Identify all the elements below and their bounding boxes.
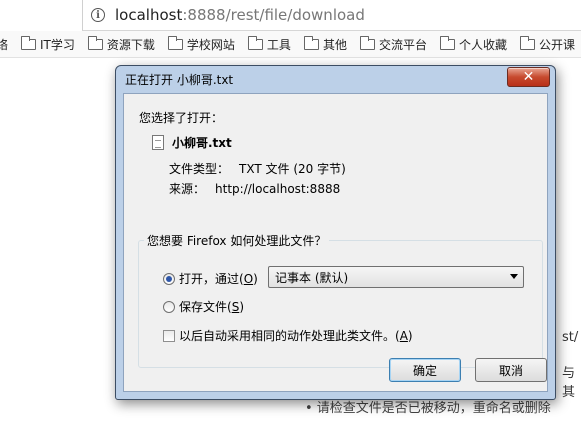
ok-button-label: 确定: [412, 363, 437, 378]
url-host: localhost: [115, 6, 183, 24]
page-text-fragment: st/: [562, 330, 579, 345]
bookmark-folder-it-study[interactable]: IT学习: [20, 35, 75, 53]
open-with-app-select[interactable]: 记事本 (默认): [268, 266, 524, 288]
file-source-value: http://localhost:8888: [215, 182, 341, 196]
folder-icon: [20, 35, 37, 50]
folder-icon: [167, 35, 183, 50]
folder-icon: [439, 35, 455, 50]
save-file-radio[interactable]: 保存文件(S): [163, 298, 244, 315]
folder-icon: [359, 35, 375, 50]
file-type-value: TXT 文件 (20 字节): [239, 162, 346, 176]
bookmark-label: 工具: [266, 37, 291, 52]
radio-unselected-icon[interactable]: [163, 300, 175, 313]
file-source-label: 来源：: [169, 182, 206, 196]
bookmark-label: 络: [0, 36, 8, 53]
bookmark-folder-community[interactable]: 交流平台: [359, 35, 427, 53]
bookmarks-toolbar: 络 IT学习 资源下载 学校网站 工具 其他 交流平台 个人收藏 公开课: [0, 31, 581, 58]
bookmark-label: 个人收藏: [458, 37, 507, 52]
bookmark-folder-school[interactable]: 学校网站: [167, 35, 235, 53]
save-file-label: 保存文件(S): [179, 300, 244, 314]
folder-icon: [247, 35, 263, 50]
bookmark-folder-courses[interactable]: 公开课: [519, 35, 575, 53]
folder-icon: [87, 35, 103, 50]
bookmark-folder-downloads[interactable]: 资源下载: [87, 35, 155, 53]
radio-selected-icon[interactable]: [163, 272, 175, 285]
open-with-radio[interactable]: 打开，通过(O): [163, 270, 258, 287]
action-question: 您想要 Firefox 如何处理此文件？: [144, 232, 330, 249]
open-file-dialog: 正在打开 小柳哥.txt ✕ 您选择了打开： 小柳哥.txt 文件类型： TXT …: [115, 65, 556, 400]
file-name: 小柳哥.txt: [172, 136, 232, 150]
folder-icon: [519, 35, 535, 50]
bookmark-label: 交流平台: [378, 37, 427, 52]
checkbox-icon[interactable]: [163, 329, 175, 342]
bookmark-label: IT学习: [40, 37, 75, 52]
bookmark-folder-other[interactable]: 其他: [303, 35, 347, 53]
opened-prompt: 您选择了打开：: [139, 111, 224, 125]
file-type-label: 文件类型：: [169, 162, 230, 176]
file-info-row: 小柳哥.txt: [152, 134, 232, 151]
remember-action-label: 以后自动采用相同的动作处理此类文件。(A): [179, 329, 413, 343]
cancel-button[interactable]: 取消: [475, 358, 547, 382]
bookmark-label: 公开课: [538, 37, 575, 52]
folder-icon: [303, 35, 319, 50]
url-text: localhost:8888/rest/file/download: [115, 6, 365, 24]
cancel-button-label: 取消: [498, 363, 523, 378]
bookmark-item[interactable]: 络: [0, 36, 8, 53]
dropdown-arrow-icon: [510, 274, 518, 279]
url-bar[interactable]: i localhost:8888/rest/file/download: [82, 0, 581, 31]
bookmark-folder-personal[interactable]: 个人收藏: [439, 35, 507, 53]
page-text-fragment: 与其: [562, 366, 576, 400]
dialog-title: 正在打开 小柳哥.txt: [125, 73, 234, 87]
text-file-icon: [152, 135, 164, 150]
remember-action-checkbox[interactable]: 以后自动采用相同的动作处理此类文件。(A): [163, 327, 413, 344]
info-icon[interactable]: i: [91, 8, 105, 22]
dialog-titlebar[interactable]: 正在打开 小柳哥.txt ✕: [123, 66, 550, 93]
close-icon: ✕: [522, 69, 535, 85]
bookmark-folder-tools[interactable]: 工具: [247, 35, 291, 53]
dialog-body: 您选择了打开： 小柳哥.txt 文件类型： TXT 文件 (20 字节) 来源： h…: [123, 93, 548, 392]
file-type-row: 文件类型： TXT 文件 (20 字节): [169, 160, 346, 177]
close-button[interactable]: ✕: [507, 67, 550, 87]
ok-button[interactable]: 确定: [389, 358, 461, 382]
url-path: :8888/rest/file/download: [182, 6, 365, 24]
bookmark-label: 其他: [322, 37, 347, 52]
open-with-label: 打开，通过(O): [179, 272, 258, 286]
bookmark-label: 资源下载: [106, 37, 155, 52]
bookmark-label: 学校网站: [186, 37, 235, 52]
open-with-app-value: 记事本 (默认): [275, 270, 349, 285]
file-source-row: 来源： http://localhost:8888: [169, 180, 340, 197]
